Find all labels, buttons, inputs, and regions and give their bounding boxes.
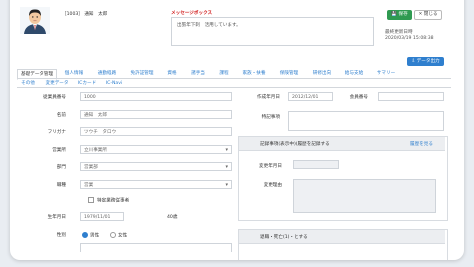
tab-payroll[interactable]: 給与支給 bbox=[340, 69, 368, 78]
emp-no-label: 従業員番号 bbox=[43, 95, 66, 100]
tab-course[interactable]: 課程 bbox=[214, 69, 234, 78]
message-box[interactable]: 出張年下刺 活用しています。 bbox=[171, 17, 374, 46]
tab-commute[interactable]: 通勤経路 bbox=[92, 69, 122, 78]
gender-label: 性別 bbox=[56, 233, 66, 238]
save-button[interactable]: 💾 保存 bbox=[387, 10, 412, 20]
memo-label: 特記事項 bbox=[261, 115, 280, 120]
memo-field[interactable] bbox=[288, 111, 444, 131]
download-icon: ⇩ bbox=[411, 59, 416, 64]
name-label: 名前 bbox=[56, 113, 66, 118]
tab-summary[interactable]: サマリー bbox=[372, 69, 400, 78]
updated-date: 2020/03/19 15:08:38 bbox=[385, 36, 434, 41]
birth-field[interactable]: 1979/11/01 bbox=[80, 212, 124, 221]
name-field[interactable]: 通知 太郎 bbox=[80, 110, 232, 119]
retirement-title: 退職・死亡(1)・とする bbox=[260, 235, 308, 240]
history-title: 記録事項(表示中)(履歴を記録する bbox=[260, 142, 330, 147]
office-select[interactable]: 立川事業所 bbox=[80, 145, 232, 154]
export-button[interactable]: ⇩ データ出力 bbox=[407, 57, 444, 66]
position-label: 職種 bbox=[56, 183, 66, 188]
kana-label: フリガナ bbox=[47, 130, 66, 135]
tab-personal[interactable]: 個人情報 bbox=[59, 69, 89, 78]
tab-family[interactable]: 家族・扶養 bbox=[237, 69, 271, 78]
dept-select[interactable]: 営業部 bbox=[80, 162, 232, 171]
special-duty-checkbox[interactable]: 特定業務従事者 bbox=[88, 197, 129, 204]
member-no-field[interactable] bbox=[378, 92, 444, 101]
history-reason-field[interactable] bbox=[293, 179, 436, 213]
radio-dot bbox=[110, 232, 116, 238]
age-value: 40歳 bbox=[167, 215, 178, 220]
checkbox-box bbox=[88, 197, 94, 203]
hire-field[interactable]: 2012/12/01 bbox=[288, 92, 333, 101]
history-reason-label: 変更理由 bbox=[263, 183, 282, 188]
office-label: 営業所 bbox=[52, 148, 66, 153]
gender-male-radio[interactable]: 男性 bbox=[82, 232, 99, 239]
emp-no-field[interactable]: 1000 bbox=[80, 92, 232, 101]
tab-qualification[interactable]: 資格 bbox=[162, 69, 182, 78]
gender-female-radio[interactable]: 女性 bbox=[110, 232, 127, 239]
radio-dot bbox=[82, 232, 88, 238]
tab-divider-2 bbox=[17, 87, 451, 88]
birth-label: 生年月日 bbox=[47, 215, 66, 220]
next-field[interactable] bbox=[80, 243, 232, 252]
avatar bbox=[20, 7, 50, 34]
close-icon: ✕ bbox=[418, 12, 423, 17]
member-no-label: 会員番号 bbox=[349, 95, 368, 100]
employee-name: ［1003］ 通知 太郎 bbox=[62, 12, 108, 17]
tab-license[interactable]: 免許証管理 bbox=[125, 69, 159, 78]
close-button[interactable]: ✕ 閉じる bbox=[414, 10, 442, 20]
tab-insurance[interactable]: 保険管理 bbox=[274, 69, 304, 78]
hire-label: 作成年月日 bbox=[257, 95, 280, 100]
history-date-label: 変更年月日 bbox=[259, 164, 282, 169]
save-icon: 💾 bbox=[391, 12, 398, 17]
message-box-title: メッセージボックス bbox=[171, 11, 213, 16]
tab-training[interactable]: 研修出向 bbox=[307, 69, 337, 78]
dept-label: 部門 bbox=[56, 165, 66, 170]
tab-allowance[interactable]: 諸手当 bbox=[185, 69, 211, 78]
position-select[interactable]: 営業 bbox=[80, 180, 232, 189]
kana-field[interactable]: ツウチ タロウ bbox=[80, 127, 232, 136]
employee-window: ［1003］ 通知 太郎 メッセージボックス 出張年下刺 活用しています。 💾 … bbox=[10, 0, 464, 260]
history-date-field[interactable] bbox=[293, 160, 339, 169]
updated-label: 最終更新日時 bbox=[385, 30, 413, 35]
history-link[interactable]: 履歴を見る bbox=[410, 141, 433, 147]
